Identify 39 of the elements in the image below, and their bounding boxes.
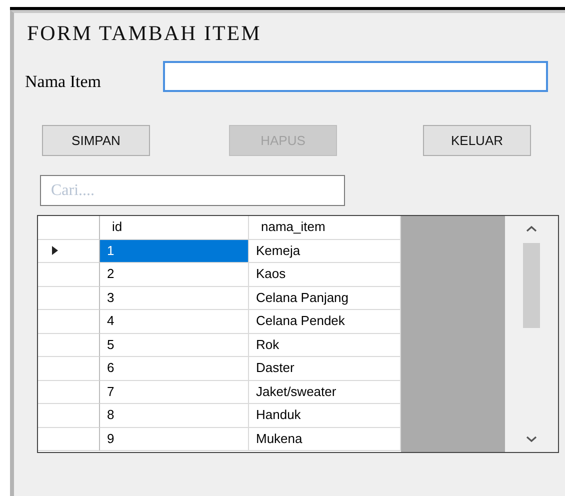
- row-header[interactable]: [38, 310, 100, 334]
- table-cell[interactable]: 1: [100, 240, 249, 263]
- table-cell[interactable]: 4: [100, 310, 249, 334]
- table-cell[interactable]: Jaket/sweater: [249, 380, 401, 404]
- table-cell[interactable]: Daster: [249, 357, 401, 380]
- table-cell[interactable]: 7: [100, 380, 249, 404]
- action-button[interactable]: SIMPAN: [42, 125, 150, 156]
- table-cell[interactable]: Kemeja: [249, 240, 401, 263]
- table-cell[interactable]: 9: [100, 428, 249, 451]
- row-header[interactable]: [38, 428, 100, 451]
- table-cell[interactable]: Kaos: [249, 263, 401, 286]
- row-header[interactable]: [38, 357, 100, 380]
- row-header[interactable]: [38, 334, 100, 357]
- table-cell[interactable]: 8: [100, 404, 249, 428]
- action-button[interactable]: KELUAR: [423, 125, 531, 156]
- form-title: FORM TAMBAH ITEM: [26, 20, 262, 45]
- column-header[interactable]: id: [100, 216, 249, 240]
- current-row-icon: [52, 246, 58, 256]
- table-cell[interactable]: Celana Pendek: [249, 310, 401, 334]
- table-cell[interactable]: Handuk: [249, 404, 401, 428]
- table-cell[interactable]: Celana Panjang: [249, 286, 401, 310]
- column-header[interactable]: nama_item: [249, 216, 401, 240]
- input-field[interactable]: [163, 60, 548, 92]
- scrollbar[interactable]: [505, 216, 558, 452]
- row-header[interactable]: [38, 240, 100, 263]
- table-cell[interactable]: Rok: [249, 334, 401, 357]
- table-cell[interactable]: 5: [100, 334, 249, 357]
- field-label: Nama Item: [25, 72, 102, 92]
- scroll-thumb[interactable]: [523, 243, 540, 328]
- table-cell[interactable]: 3: [100, 286, 249, 310]
- header-corner[interactable]: [38, 216, 100, 240]
- search-field[interactable]: Cari....: [40, 175, 345, 206]
- row-header[interactable]: [38, 263, 100, 286]
- row-header[interactable]: [38, 404, 100, 428]
- table-cell[interactable]: 6: [100, 357, 249, 380]
- row-header[interactable]: [38, 380, 100, 404]
- table-cell[interactable]: Mukena: [249, 428, 401, 451]
- row-header[interactable]: [38, 286, 100, 310]
- table-cell[interactable]: 2: [100, 263, 249, 286]
